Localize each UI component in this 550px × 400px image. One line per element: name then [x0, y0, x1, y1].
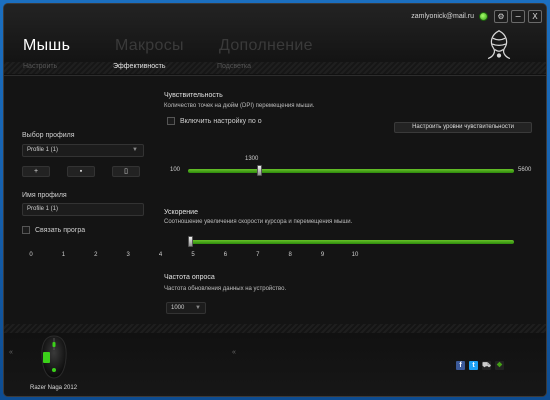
- polling-title: Частота опроса: [164, 274, 215, 281]
- sensitivity-track[interactable]: [188, 169, 514, 173]
- razer-icon[interactable]: ❖: [495, 361, 504, 370]
- sub-tabs: Настроить Эффективность Подсветка: [23, 63, 251, 70]
- acceleration-title: Ускорение: [164, 209, 198, 216]
- sensitivity-slider-thumb[interactable]: [257, 165, 263, 176]
- profile-select[interactable]: Profile 1 (1) ▼: [22, 144, 144, 157]
- profile-select-value: Profile 1 (1): [27, 147, 59, 153]
- razer-logo-icon: [487, 30, 511, 59]
- acceleration-tick-label: 0: [29, 252, 33, 258]
- acceleration-tick-label: 6: [223, 252, 228, 258]
- razer-naga-mouse-icon[interactable]: [39, 334, 69, 380]
- profile-panel: Выбор профиля Profile 1 (1) ▼ + ▪ ▯ Имя …: [22, 132, 144, 234]
- polling-rate-select[interactable]: 1000 ▼: [166, 302, 206, 314]
- profile-select-label: Выбор профиля: [22, 132, 75, 139]
- facebook-icon[interactable]: f: [456, 361, 465, 370]
- chevron-down-icon: ▼: [195, 305, 201, 311]
- add-profile-button[interactable]: +: [22, 166, 50, 177]
- sensitivity-min-label: 100: [170, 167, 181, 173]
- minimize-button[interactable]: −: [511, 9, 525, 23]
- sensitivity-max-label: 5600: [518, 167, 532, 173]
- close-button[interactable]: X: [528, 9, 542, 23]
- acceleration-track[interactable]: [188, 240, 514, 244]
- online-status-icon: [479, 11, 488, 21]
- sensitivity-desc: Количество точек на дюйм (DPI) перемещен…: [164, 103, 315, 109]
- acceleration-desc: Соотношение увеличения скорости курсора …: [164, 219, 353, 225]
- acceleration-tick-label: 9: [320, 252, 325, 258]
- acceleration-tick-label: 2: [94, 252, 98, 258]
- link-program-checkbox[interactable]: [22, 226, 30, 234]
- sensitivity-enable-checkbox[interactable]: [167, 117, 175, 125]
- tab-macros[interactable]: Макросы: [115, 37, 219, 55]
- profile-name-label: Имя профиля: [22, 192, 67, 199]
- link-program-label: Связать програ: [35, 226, 86, 234]
- subtab-performance[interactable]: Эффективность: [113, 63, 217, 70]
- polling-desc: Частота обновления данных на устройство.: [164, 286, 287, 292]
- profile-name-field[interactable]: Profile 1 (1): [22, 203, 144, 216]
- acceleration-tick-label: 1: [61, 252, 66, 258]
- subtab-customize[interactable]: Настроить: [23, 63, 113, 70]
- acceleration-tick-label: 10: [351, 252, 359, 258]
- acceleration-ticks: 0 1 2 3 4 5 6 7 8 9 10: [29, 252, 358, 260]
- tab-addons[interactable]: Дополнение: [219, 37, 313, 55]
- sensitivity-value-label: 1300: [245, 156, 259, 162]
- sensitivity-enable-label: Включить настройку по о: [180, 117, 262, 125]
- cart-icon[interactable]: ⛟: [482, 361, 491, 370]
- chevron-down-icon: ▼: [132, 147, 138, 153]
- titlebar: zamlyonick@mail.ru ⚙ − X: [411, 8, 542, 24]
- subtab-lighting[interactable]: Подсветка: [217, 63, 251, 70]
- configure-sensitivity-button[interactable]: Настроить уровни чувствительности: [394, 122, 532, 133]
- footer-stripe: [4, 324, 546, 333]
- delete-profile-button[interactable]: ▯: [112, 166, 140, 177]
- device-name: Razer Naga 2012: [30, 385, 78, 391]
- synapse-window: zamlyonick@mail.ru ⚙ − X Мышь Макросы До…: [3, 3, 547, 397]
- device-prev-arrow[interactable]: «: [9, 349, 13, 356]
- profile-actions: + ▪ ▯: [22, 166, 144, 177]
- tab-mouse[interactable]: Мышь: [23, 37, 115, 55]
- performance-panel: Чувствительность Количество точек на дюй…: [164, 92, 532, 133]
- settings-button[interactable]: ⚙: [494, 9, 508, 23]
- account-email[interactable]: zamlyonick@mail.ru: [411, 13, 474, 20]
- polling-rate-value: 1000: [171, 305, 185, 311]
- edit-profile-button[interactable]: ▪: [67, 166, 95, 177]
- twitter-icon[interactable]: t: [469, 361, 478, 370]
- acceleration-tick-label: 7: [256, 252, 260, 258]
- acceleration-tick-label: 8: [288, 252, 292, 258]
- sensitivity-title: Чувствительность: [164, 92, 223, 99]
- acceleration-tick-label: 3: [126, 252, 130, 258]
- device-next-arrow[interactable]: «: [232, 349, 236, 356]
- acceleration-tick-label: 4: [158, 252, 163, 258]
- link-program-row: Связать програ: [22, 226, 144, 234]
- social-links: f t ⛟ ❖: [456, 361, 504, 370]
- acceleration-tick-label: 5: [191, 252, 195, 258]
- header: zamlyonick@mail.ru ⚙ − X Мышь Макросы До…: [4, 4, 546, 76]
- main-tabs: Мышь Макросы Дополнение: [23, 37, 313, 55]
- header-divider: [4, 75, 546, 76]
- acceleration-slider-thumb[interactable]: [188, 236, 193, 247]
